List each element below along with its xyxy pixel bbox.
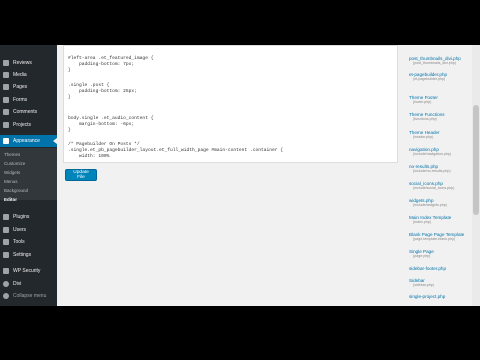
code-line: #left-area .et_featured_image { bbox=[68, 56, 154, 61]
code-line: .single.et_pb_pagebuilder_layout.et_full… bbox=[68, 148, 284, 153]
theme-files-list: post_thumbnails_divi.php (post_thumbnail… bbox=[400, 45, 480, 306]
file-item[interactable]: navigation.php (include/navigation.php) bbox=[409, 147, 451, 156]
file-name: single-project.php bbox=[409, 294, 446, 299]
file-item[interactable]: social_icons.php (include/social_icons.p… bbox=[409, 181, 454, 190]
file-item[interactable]: et-pagebuilder.php (et-pagebuilder.php) bbox=[409, 72, 447, 81]
menu-tools[interactable]: Tools bbox=[0, 236, 57, 247]
update-file-button[interactable]: Update File bbox=[65, 169, 97, 181]
star-icon bbox=[3, 59, 9, 66]
code-line: body.single .et_audio_content { bbox=[68, 116, 154, 121]
menu-settings[interactable]: Settings bbox=[0, 249, 57, 260]
menu-comments[interactable]: Comments bbox=[0, 106, 57, 117]
users-icon bbox=[3, 226, 9, 233]
file-path: (include/navigation.php) bbox=[413, 152, 452, 156]
scrollbar-track[interactable] bbox=[472, 45, 480, 306]
submenu-customize[interactable]: Customize bbox=[4, 161, 25, 166]
file-item[interactable]: Single Page (page.php) bbox=[409, 249, 434, 258]
menu-wp-security[interactable]: WP Security bbox=[0, 265, 57, 276]
code-line: padding-bottom: 25px; bbox=[68, 89, 137, 94]
menu-appearance[interactable]: Appearance bbox=[0, 135, 57, 147]
brush-icon bbox=[3, 138, 9, 144]
file-item[interactable]: sidebar-footer.php bbox=[409, 266, 446, 271]
menu-label: Forms bbox=[13, 96, 28, 103]
media-icon bbox=[3, 71, 9, 78]
menu-reviews[interactable]: Reviews bbox=[0, 57, 57, 68]
file-path: (index.php) bbox=[413, 220, 431, 224]
code-line: width: 100% bbox=[68, 154, 110, 159]
menu-label: Comments bbox=[13, 108, 38, 115]
file-item[interactable]: Theme Footer (footer.php) bbox=[409, 95, 438, 104]
file-path: (page-template-blank.php) bbox=[413, 237, 456, 241]
code-line: } bbox=[68, 128, 71, 133]
file-path: (include/social_icons.php) bbox=[413, 186, 455, 190]
file-item[interactable]: widgets.php (include/widgets.php) bbox=[409, 198, 447, 207]
submenu-themes[interactable]: Themes bbox=[4, 152, 20, 157]
file-item[interactable]: Sidebar (sidebar.php) bbox=[409, 278, 434, 287]
code-line: } bbox=[68, 68, 71, 73]
menu-label: Settings bbox=[13, 251, 32, 258]
file-item[interactable]: Theme Header (header.php) bbox=[409, 130, 440, 139]
menu-collapse[interactable]: Collapse menu bbox=[0, 290, 57, 301]
wp-admin-window: Reviews Media Pages Forms Comments Proje… bbox=[0, 45, 480, 306]
menu-label: Pages bbox=[13, 83, 28, 90]
settings-icon bbox=[3, 251, 9, 258]
appearance-submenu: Themes Customize Widgets Menus Backgroun… bbox=[0, 148, 57, 202]
shield-icon bbox=[3, 267, 9, 274]
file-path: (include/no-results.php) bbox=[413, 169, 451, 173]
code-line: margin-bottom: -6px; bbox=[68, 122, 135, 127]
file-path: (functions.php) bbox=[413, 117, 437, 121]
forms-icon bbox=[3, 96, 9, 103]
file-item[interactable]: post_thumbnails_divi.php (post_thumbnail… bbox=[409, 56, 461, 65]
file-name: sidebar-footer.php bbox=[409, 266, 447, 271]
code-line: } bbox=[68, 95, 71, 100]
submenu-editor[interactable]: Editor bbox=[4, 197, 17, 202]
submenu-background[interactable]: Background bbox=[4, 188, 28, 193]
file-item[interactable]: single-project.php bbox=[409, 294, 445, 299]
menu-media[interactable]: Media bbox=[0, 69, 57, 80]
submenu-menus[interactable]: Menus bbox=[4, 179, 18, 184]
file-item[interactable]: no-results.php (include/no-results.php) bbox=[409, 164, 451, 173]
menu-plugins[interactable]: Plugins bbox=[0, 211, 57, 222]
submenu-widgets[interactable]: Widgets bbox=[4, 170, 20, 175]
menu-label: Projects bbox=[13, 121, 32, 128]
plugin-icon bbox=[3, 213, 9, 220]
menu-label: Media bbox=[13, 71, 27, 78]
menu-divi[interactable]: Divi bbox=[0, 278, 57, 289]
menu-forms[interactable]: Forms bbox=[0, 94, 57, 105]
menu-label: Tools bbox=[13, 238, 25, 245]
file-path: (post_thumbnails_divi.php) bbox=[413, 61, 456, 65]
scrollbar-thumb[interactable] bbox=[473, 105, 479, 215]
comments-icon bbox=[3, 108, 9, 115]
file-path: (include/widgets.php) bbox=[413, 203, 447, 207]
menu-label: Appearance bbox=[13, 138, 40, 144]
collapse-icon bbox=[3, 292, 9, 299]
menu-label: Users bbox=[13, 226, 27, 233]
file-path: (et-pagebuilder.php) bbox=[413, 77, 446, 81]
admin-sidebar: Reviews Media Pages Forms Comments Proje… bbox=[0, 45, 57, 306]
projects-icon bbox=[3, 121, 9, 128]
menu-label: WP Security bbox=[13, 267, 41, 274]
file-item[interactable]: Main Index Template (index.php) bbox=[409, 215, 451, 224]
file-item[interactable]: Theme Functions (functions.php) bbox=[409, 112, 445, 121]
menu-pages[interactable]: Pages bbox=[0, 81, 57, 92]
file-path: (page.php) bbox=[413, 254, 431, 258]
divi-icon bbox=[3, 280, 9, 287]
code-line: .single .post { bbox=[68, 83, 110, 88]
menu-users[interactable]: Users bbox=[0, 224, 57, 235]
file-path: (footer.php) bbox=[413, 100, 432, 104]
pages-icon bbox=[3, 83, 9, 90]
code-line: padding-bottom: 7px; bbox=[68, 62, 135, 67]
menu-label: Plugins bbox=[13, 213, 30, 220]
menu-projects[interactable]: Projects bbox=[0, 119, 57, 130]
menu-label: Reviews bbox=[13, 59, 32, 66]
code-editor[interactable]: #left-area .et_featured_image { padding-… bbox=[63, 45, 398, 163]
file-item[interactable]: Blank Page Page Template (page-template-… bbox=[409, 232, 464, 241]
file-path: (header.php) bbox=[413, 135, 434, 139]
file-path: (sidebar.php) bbox=[413, 283, 434, 287]
menu-label: Collapse menu bbox=[13, 292, 47, 299]
code-line: /* Pagebuilder On Posts */ bbox=[68, 142, 140, 147]
tools-icon bbox=[3, 238, 9, 245]
menu-label: Divi bbox=[13, 280, 22, 287]
